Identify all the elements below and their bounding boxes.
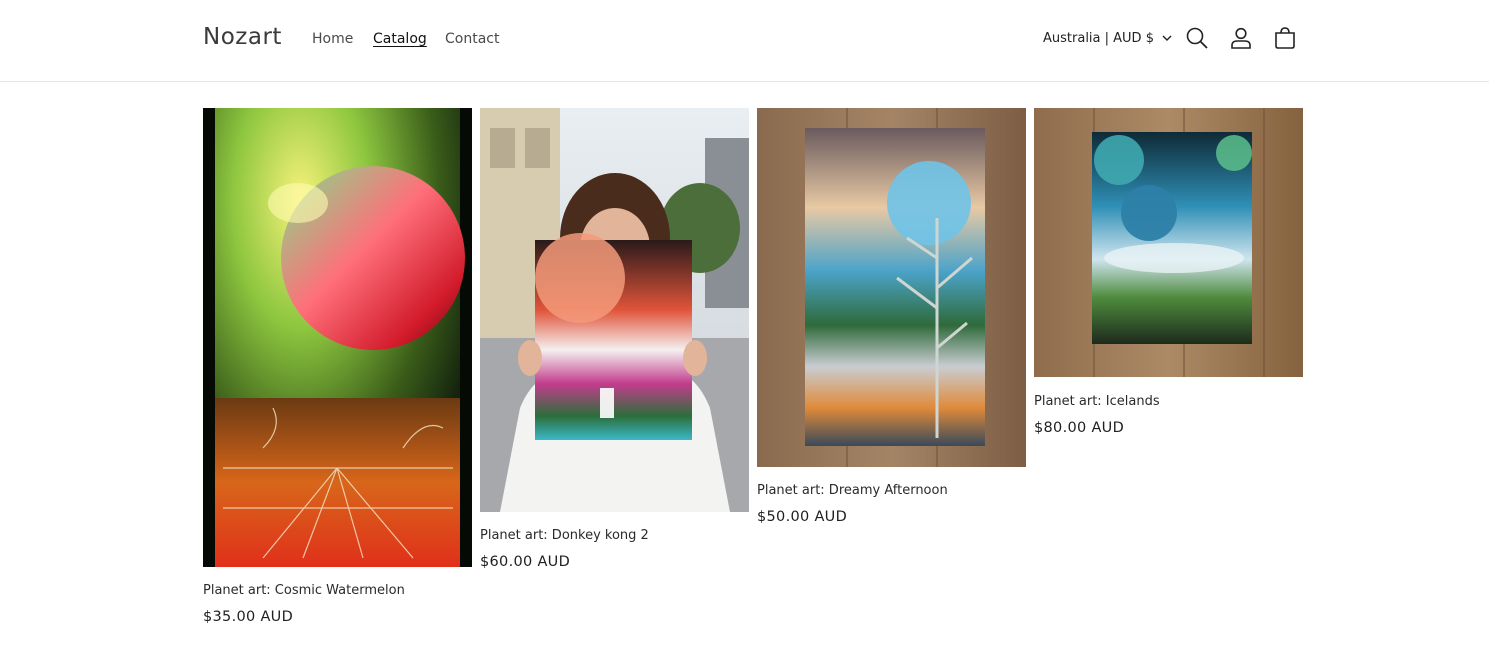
country-selector-label: Australia | AUD $ — [1043, 31, 1154, 46]
product-price: $35.00 AUD — [203, 609, 294, 625]
nav-catalog[interactable]: Catalog — [373, 31, 427, 47]
country-currency-selector[interactable]: Australia | AUD $ — [1043, 31, 1172, 46]
product-price: $60.00 AUD — [480, 554, 571, 570]
product-price: $80.00 AUD — [1034, 420, 1125, 436]
chevron-down-icon — [1162, 31, 1172, 46]
search-icon[interactable] — [1185, 26, 1209, 50]
nav-contact[interactable]: Contact — [445, 31, 499, 47]
product-image-icelands[interactable] — [1034, 108, 1303, 377]
cart-icon[interactable] — [1273, 26, 1297, 50]
product-image-dreamy-afternoon[interactable] — [757, 108, 1026, 467]
nav-home[interactable]: Home — [312, 31, 353, 47]
account-icon[interactable] — [1229, 26, 1253, 50]
product-title[interactable]: Planet art: Donkey kong 2 — [480, 528, 649, 543]
product-image-donkey-kong-2[interactable] — [480, 108, 749, 512]
product-title[interactable]: Planet art: Icelands — [1034, 394, 1160, 409]
product-price: $50.00 AUD — [757, 509, 848, 525]
store-logo[interactable]: Nozart — [203, 24, 282, 50]
product-image-cosmic-watermelon[interactable] — [203, 108, 472, 567]
product-title[interactable]: Planet art: Cosmic Watermelon — [203, 583, 405, 598]
product-title[interactable]: Planet art: Dreamy Afternoon — [757, 483, 948, 498]
site-header: Nozart Home Catalog Contact Australia | … — [0, 0, 1489, 82]
